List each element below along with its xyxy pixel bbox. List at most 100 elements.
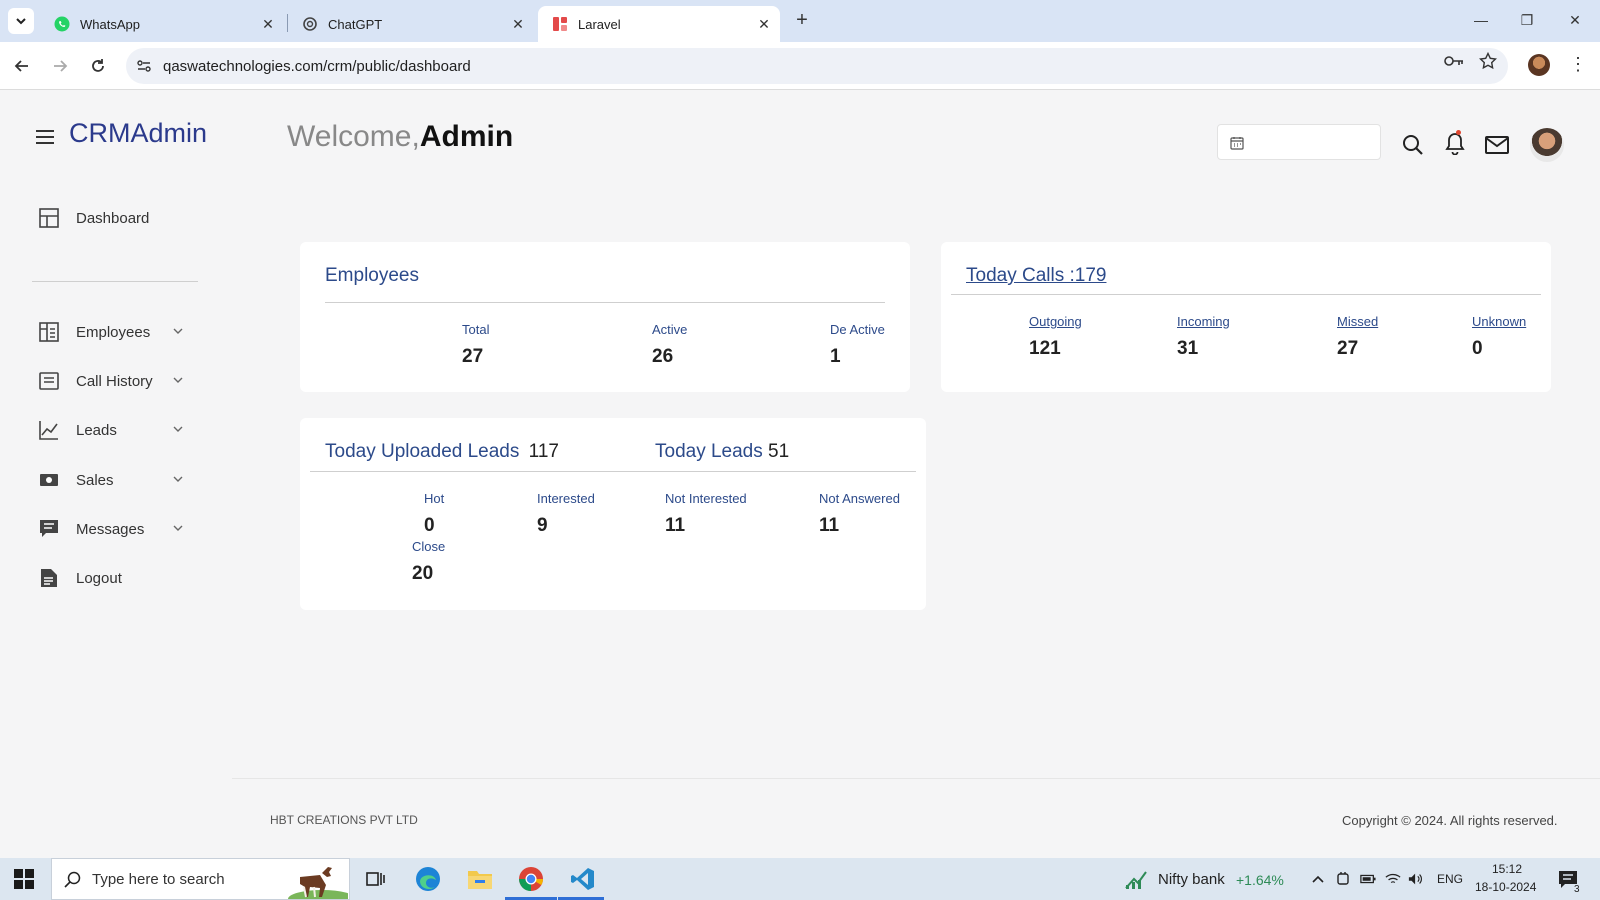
stat-label-active: Active — [652, 322, 688, 337]
okapi-illustration-icon — [288, 867, 348, 899]
sidebar-item-label: Employees — [76, 323, 151, 341]
today-leads-label: Today Leads — [655, 441, 763, 462]
avatar[interactable] — [1530, 128, 1564, 162]
page-title: Welcome,Admin — [287, 120, 513, 154]
card-divider — [310, 471, 916, 472]
volume-icon[interactable] — [1408, 871, 1424, 887]
hamburger-menu-icon[interactable] — [36, 130, 54, 144]
today-leads-count: 51 — [768, 441, 790, 462]
footer-company: HBT CREATIONS PVT LTD — [270, 813, 418, 827]
incoming-link[interactable]: Incoming — [1177, 314, 1230, 329]
sidebar-item-dashboard[interactable]: Dashboard — [38, 205, 198, 231]
stat-label-close: Close — [412, 539, 446, 554]
stat-value-unknown: 0 — [1472, 338, 1483, 359]
chevron-down-icon — [16, 18, 26, 25]
new-tab-button[interactable]: + — [790, 9, 814, 33]
chevron-down-icon — [173, 476, 183, 482]
language-indicator[interactable]: ENG — [1437, 872, 1463, 886]
edge-browser-icon[interactable] — [413, 864, 443, 894]
missed-link[interactable]: Missed — [1337, 314, 1378, 329]
stat-value-not-answered: 11 — [819, 515, 840, 536]
stat-label-not-interested: Not Interested — [665, 491, 747, 506]
tab-title: WhatsApp — [80, 16, 140, 32]
close-window-button[interactable]: ✕ — [1560, 8, 1590, 32]
stat-label-hot: Hot — [424, 491, 445, 506]
sidebar-item-label: Logout — [76, 569, 122, 587]
sidebar-item-sales[interactable]: Sales — [38, 467, 198, 493]
welcome-prefix: Welcome, — [287, 120, 420, 153]
clock-time[interactable]: 15:12 — [1492, 862, 1522, 876]
restore-button[interactable]: ❐ — [1512, 8, 1542, 32]
browser-tabbar: WhatsApp ✕ ChatGPT ✕ Laravel ✕ + — ❐ ✕ — [0, 0, 1600, 42]
close-tab-icon[interactable]: ✕ — [510, 16, 526, 32]
outgoing-link[interactable]: Outgoing — [1029, 314, 1082, 329]
calendar-icon — [1230, 137, 1244, 150]
stat-value-missed: 27 — [1337, 338, 1359, 359]
sidebar-item-leads[interactable]: Leads — [38, 417, 198, 443]
unknown-link[interactable]: Unknown — [1472, 314, 1526, 329]
date-picker-input[interactable] — [1217, 124, 1381, 160]
today-calls-link[interactable]: Today Calls :179 — [966, 265, 1106, 287]
sales-money-icon — [38, 469, 60, 491]
uploaded-leads-title: Today Uploaded Leads 117 — [325, 441, 559, 463]
chevron-down-icon — [173, 377, 183, 383]
tab-search-button[interactable] — [8, 8, 34, 34]
chevron-down-icon — [173, 525, 183, 531]
call-history-icon — [38, 370, 60, 392]
notification-dot — [1456, 130, 1461, 135]
file-explorer-icon[interactable] — [465, 864, 495, 894]
tab-laravel[interactable]: Laravel ✕ — [538, 6, 780, 42]
sidebar-item-label: Messages — [76, 520, 145, 538]
taskbar-search-box[interactable]: Type here to search — [51, 858, 350, 900]
stat-value-outgoing: 121 — [1029, 338, 1061, 359]
show-hidden-icons-chevron-icon[interactable] — [1310, 871, 1326, 887]
messages-icon — [38, 518, 60, 540]
arrow-left-icon — [14, 60, 28, 72]
dashboard-grid-icon — [38, 207, 60, 229]
windows-taskbar: Type here to search Nifty bank +1.64% EN… — [0, 858, 1600, 900]
stat-value-incoming: 31 — [1177, 338, 1199, 359]
browser-profile-avatar[interactable] — [1528, 54, 1550, 76]
stat-label-not-answered: Not Answered — [819, 491, 900, 506]
tab-chatgpt[interactable]: ChatGPT ✕ — [288, 6, 534, 42]
brand-logo[interactable]: CRMAdmin — [69, 118, 207, 149]
vscode-icon[interactable] — [568, 864, 598, 894]
back-button[interactable] — [10, 54, 34, 78]
stat-value-close: 20 — [412, 563, 434, 584]
sidebar-item-logout[interactable]: Logout — [38, 565, 198, 591]
meet-now-icon[interactable] — [1335, 871, 1351, 887]
employees-card: Employees Total 27 Active 26 De Active 1 — [300, 242, 910, 392]
bookmark-star-icon[interactable] — [1478, 51, 1498, 71]
sidebar-item-call-history[interactable]: Call History — [38, 368, 198, 394]
minimize-button[interactable]: — — [1466, 8, 1496, 32]
notification-bell-icon[interactable] — [1442, 130, 1468, 156]
logout-document-icon — [38, 567, 60, 589]
browser-toolbar: qaswatechnologies.com/crm/public/dashboa… — [0, 42, 1600, 90]
sidebar-item-label: Sales — [76, 471, 114, 489]
ticker-name[interactable]: Nifty bank — [1158, 871, 1225, 888]
uploaded-leads-label: Today Uploaded Leads — [325, 441, 520, 462]
laravel-icon — [552, 16, 568, 32]
forward-button[interactable] — [48, 54, 72, 78]
password-key-icon[interactable] — [1444, 51, 1464, 71]
leads-chart-icon — [38, 419, 60, 441]
stock-chart-icon[interactable] — [1124, 868, 1148, 890]
tab-whatsapp[interactable]: WhatsApp ✕ — [40, 6, 284, 42]
tab-title: Laravel — [578, 16, 621, 32]
close-tab-icon[interactable]: ✕ — [756, 16, 772, 32]
sidebar-item-messages[interactable]: Messages — [38, 516, 198, 542]
site-settings-icon[interactable] — [134, 56, 154, 76]
close-tab-icon[interactable]: ✕ — [260, 16, 276, 32]
windows-start-icon[interactable] — [14, 869, 34, 889]
task-view-icon[interactable] — [361, 864, 391, 894]
browser-menu-icon[interactable]: ⋮ — [1568, 54, 1588, 78]
sidebar-item-employees[interactable]: Employees — [38, 319, 198, 345]
battery-icon[interactable] — [1360, 871, 1376, 887]
address-bar[interactable]: qaswatechnologies.com/crm/public/dashboa… — [126, 48, 1508, 84]
mail-icon[interactable] — [1484, 132, 1510, 158]
wifi-icon[interactable] — [1385, 871, 1401, 887]
chrome-browser-icon[interactable] — [516, 864, 546, 894]
reload-button[interactable] — [86, 54, 110, 78]
clock-date[interactable]: 18-10-2024 — [1475, 880, 1536, 894]
search-icon[interactable] — [1400, 132, 1426, 158]
